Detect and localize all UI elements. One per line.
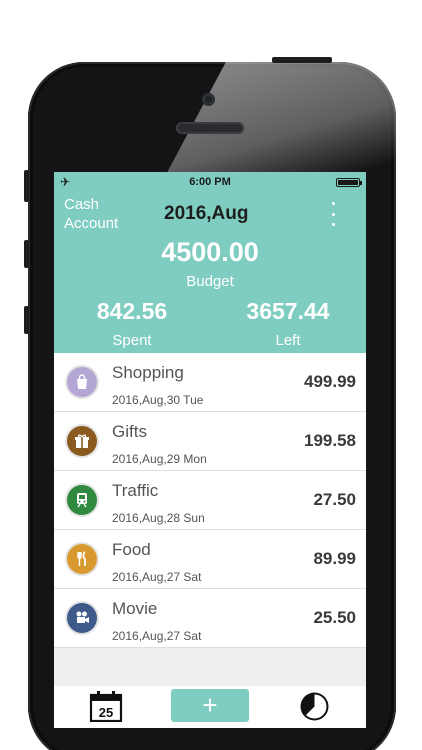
mute-switch	[24, 170, 29, 202]
spent-label: Spent	[112, 332, 152, 349]
entry-amount: 27.50	[313, 490, 356, 509]
front-camera	[202, 93, 215, 106]
entry-date: 2016,Aug,27 Sat	[112, 629, 202, 643]
entry-amount: 199.58	[304, 431, 356, 450]
gift-icon	[67, 426, 97, 456]
earpiece-speaker	[176, 122, 244, 134]
calendar-icon[interactable]: 25	[89, 690, 123, 723]
list-item[interactable]: Gifts 2016,Aug,29 Mon 199.58	[54, 412, 366, 471]
app-screen: ✈ 6:00 PM Cash Account 2016,Aug 4500.00 …	[54, 172, 366, 728]
more-menu-icon[interactable]	[328, 202, 338, 226]
expense-list: Shopping 2016,Aug,30 Tue 499.99 Gifts 20…	[54, 353, 366, 648]
list-item[interactable]: Food 2016,Aug,27 Sat 89.99	[54, 530, 366, 589]
left-label: Left	[275, 332, 301, 349]
list-item[interactable]: Movie 2016,Aug,27 Sat 25.50	[54, 589, 366, 648]
add-entry-button[interactable]: +	[171, 689, 249, 722]
entry-category: Gifts	[112, 422, 147, 441]
entry-date: 2016,Aug,29 Mon	[112, 452, 207, 466]
entry-category: Shopping	[112, 363, 184, 382]
power-button	[272, 57, 332, 63]
calendar-day: 25	[99, 705, 113, 720]
entry-category: Traffic	[112, 481, 159, 500]
summary-header: ✈ 6:00 PM Cash Account 2016,Aug 4500.00 …	[54, 172, 366, 353]
account-selector[interactable]: Cash Account	[64, 195, 144, 233]
list-item[interactable]: Traffic 2016,Aug,28 Sun 27.50	[54, 471, 366, 530]
month-selector[interactable]: 2016,Aug	[164, 203, 248, 225]
entry-date: 2016,Aug,27 Sat	[112, 570, 202, 584]
entry-category: Food	[112, 540, 151, 559]
battery-icon	[336, 178, 362, 187]
shopping-bag-icon	[67, 367, 97, 397]
status-time: 6:00 PM	[189, 176, 231, 188]
entry-amount: 25.50	[313, 608, 356, 627]
fork-knife-icon	[67, 544, 97, 574]
entry-date: 2016,Aug,28 Sun	[112, 511, 205, 525]
entry-date: 2016,Aug,30 Tue	[112, 393, 204, 407]
film-camera-icon	[67, 603, 97, 633]
budget-label: Budget	[186, 273, 234, 290]
left-value: 3657.44	[246, 298, 330, 324]
pie-chart-icon[interactable]	[298, 690, 331, 723]
bottom-tab-bar: 25 +	[54, 686, 366, 728]
entry-amount: 499.99	[304, 372, 356, 391]
entry-amount: 89.99	[313, 549, 356, 568]
entry-category: Movie	[112, 599, 158, 618]
status-bar: ✈ 6:00 PM	[54, 172, 366, 192]
budget-value[interactable]: 4500.00	[54, 237, 366, 268]
list-item[interactable]: Shopping 2016,Aug,30 Tue 499.99	[54, 353, 366, 412]
train-icon	[67, 485, 97, 515]
volume-up-button	[24, 240, 29, 268]
volume-down-button	[24, 306, 29, 334]
spent-value: 842.56	[96, 298, 168, 324]
